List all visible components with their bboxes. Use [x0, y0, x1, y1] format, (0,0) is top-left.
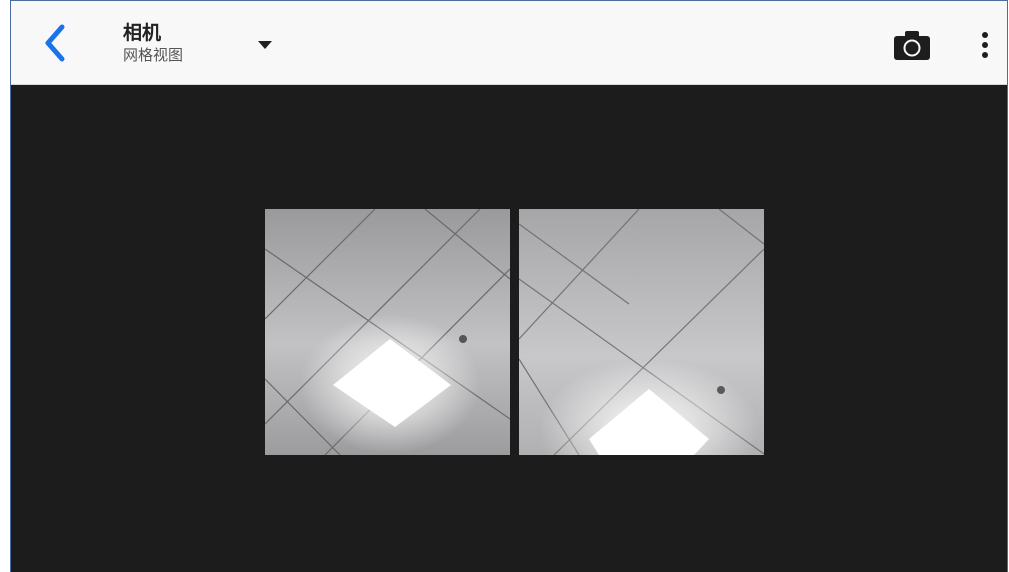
take-photo-button[interactable] [884, 21, 940, 69]
ceiling-photo-1 [265, 209, 510, 455]
overflow-menu-button[interactable] [967, 21, 1003, 69]
camera-icon [894, 31, 930, 60]
photo-thumbnail-1[interactable] [265, 209, 510, 455]
app-window: 相机 网格视图 [10, 0, 1008, 572]
back-button[interactable] [31, 19, 79, 67]
back-chevron-icon [45, 24, 65, 62]
photo-thumbnail-2[interactable] [519, 209, 764, 455]
more-vert-icon [982, 32, 988, 58]
view-mode-dropdown[interactable] [251, 31, 279, 59]
app-bar: 相机 网格视图 [11, 1, 1007, 85]
dropdown-caret-icon [258, 41, 272, 49]
photo-grid [265, 209, 765, 455]
ceiling-photo-2 [519, 209, 764, 455]
